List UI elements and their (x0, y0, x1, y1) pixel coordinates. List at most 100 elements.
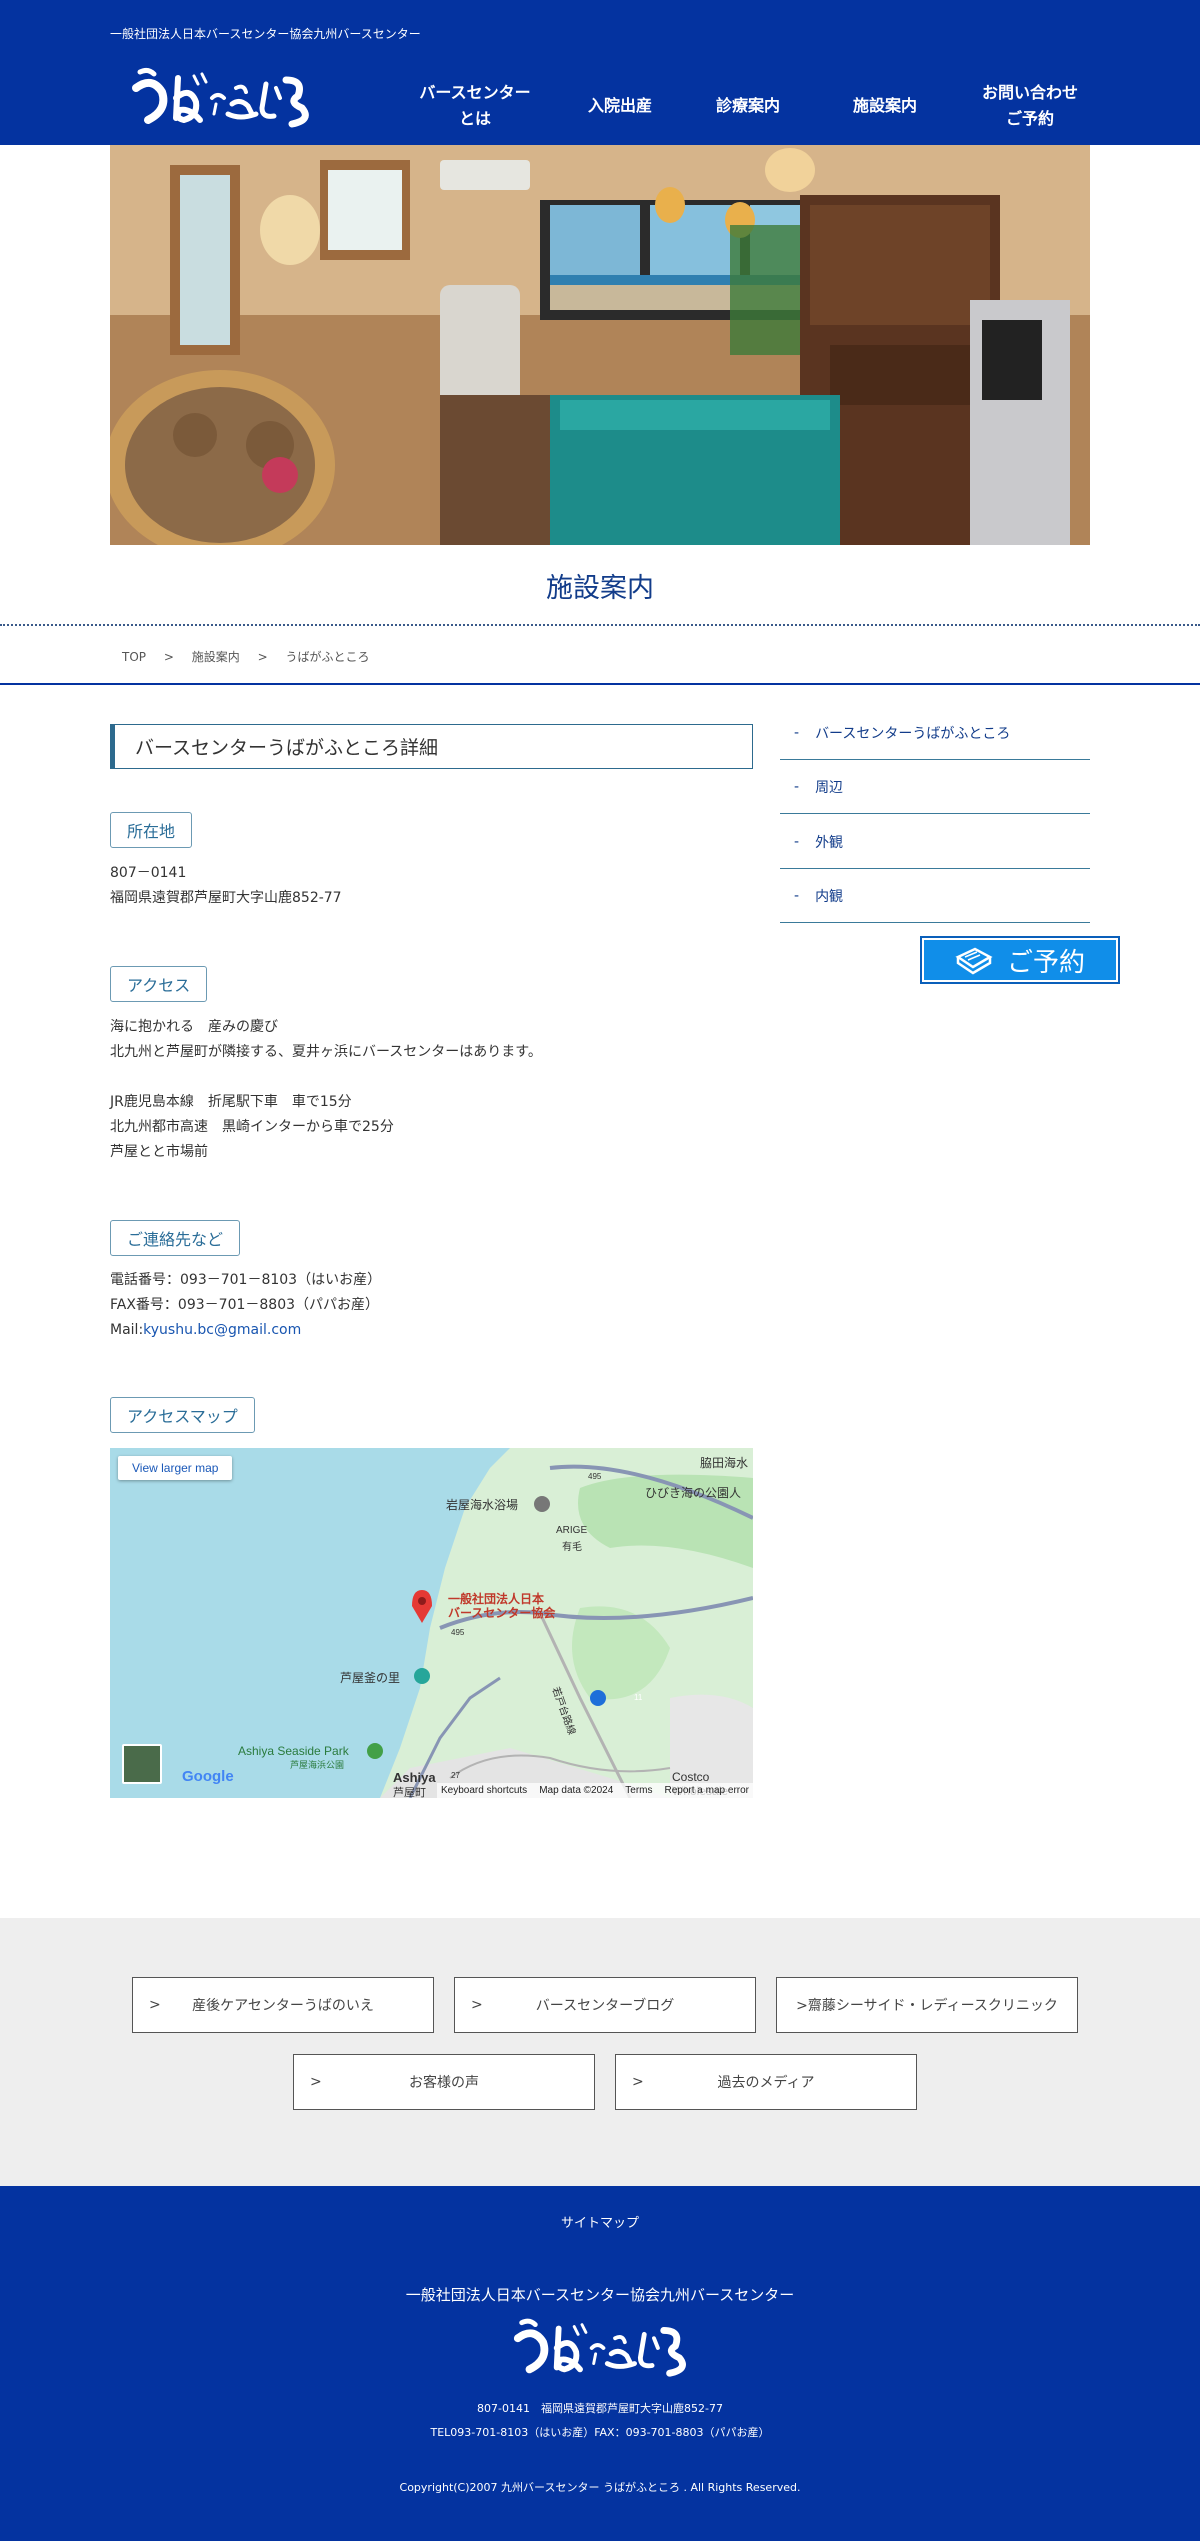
link-arrow: > (632, 2074, 644, 2090)
report-map-error-link[interactable]: Report a map error (665, 1785, 749, 1796)
access-line: 海に抱かれる 産みの慶び (110, 1019, 278, 1035)
sidebar-item-surroundings[interactable]: - 周辺 (780, 760, 1090, 814)
site-logo[interactable] (128, 58, 313, 136)
breadcrumb-top[interactable]: TOP (122, 650, 146, 664)
link-postpartum-care[interactable]: > 産後ケアセンターうばのいえ (132, 1977, 434, 2033)
access-line: JR鹿児島本線 折尾駅下車 車で15分 (110, 1094, 352, 1110)
sidebar-item-label: バースセンターうばがふところ (815, 725, 1011, 742)
sitemap-link[interactable]: サイトマップ (0, 2212, 1200, 2231)
footer-address: 807-0141 福岡県遠賀郡芦屋町大字山鹿852-77 (477, 2402, 723, 2415)
link-arrow: > (149, 1997, 161, 2013)
nav-facility[interactable]: 施設案内 (835, 78, 935, 134)
tag-map: アクセスマップ (110, 1397, 255, 1433)
main-nav: バースセンター とは 入院出産 診療案内 施設案内 お問い合わせ ご予約 (400, 78, 1100, 134)
mail-link[interactable]: kyushu.bc@gmail.com (143, 1322, 301, 1338)
sidebar-item-exterior[interactable]: - 外観 (780, 815, 1090, 869)
access-line: 北九州と芦屋町が隣接する、夏井ヶ浜にバースセンターはあります。 (110, 1044, 542, 1060)
page-title: 施設案内 (546, 573, 654, 604)
sidebar-item-label: 外観 (815, 834, 844, 851)
room-interior-image (110, 145, 1090, 545)
nav-birth[interactable]: 入院出産 (570, 78, 670, 134)
header-tagline: 一般社団法人日本バースセンター協会九州バースセンター (110, 27, 421, 41)
reserve-button[interactable]: ご予約 (920, 936, 1120, 984)
site-footer: サイトマップ 一般社団法人日本バースセンター協会九州バースセンター 807-01… (0, 2186, 1200, 2541)
tag-access: アクセス (110, 966, 208, 1002)
link-blog[interactable]: > バースセンターブログ (454, 1977, 756, 2033)
terms-link[interactable]: Terms (625, 1785, 652, 1796)
link-arrow: > (310, 2074, 322, 2090)
map-label-road: 11 (634, 1693, 643, 1702)
link-arrow: > (471, 1997, 483, 2013)
footer-org-name: 一般社団法人日本バースセンター協会九州バースセンター (405, 2286, 795, 2304)
keyboard-shortcuts-link[interactable]: Keyboard shortcuts (441, 1785, 527, 1796)
mail-prefix: Mail: (110, 1322, 144, 1338)
solid-divider (0, 683, 1200, 685)
breadcrumb-facility[interactable]: 施設案内 (192, 650, 240, 664)
contact-text: 電話番号：093－701－8103（はいお産） FAX番号：093－701－88… (110, 1268, 381, 1343)
nav-contact[interactable]: お問い合わせ ご予約 (970, 78, 1090, 134)
map-label-road: 27 (451, 1771, 460, 1780)
site-header: 一般社団法人日本バースセンター協会九州バースセンター バースセンター とは 入院… (0, 0, 1200, 145)
reserve-label: ご予約 (1006, 947, 1085, 978)
link-testimonials[interactable]: > お客様の声 (293, 2054, 595, 2110)
dotted-divider (0, 624, 1200, 626)
sidebar-item-center[interactable]: - バースセンターうばがふところ (780, 706, 1090, 760)
tag-location: 所在地 (110, 812, 193, 848)
nav-consultation[interactable]: 診療案内 (698, 78, 798, 134)
map-label-road: 495 (451, 1628, 465, 1637)
map-label-park-jp: 芦屋海浜公園 (290, 1760, 345, 1770)
access-map[interactable]: View larger map 岩屋海水浴場 ARIGE 有毛 脇田海水 ひびき… (110, 1448, 753, 1798)
sidebar-item-label: 内観 (815, 888, 844, 905)
sidebar-dash: - (794, 778, 800, 795)
copyright: Copyright(C)2007 九州バースセンター うばがふところ . All… (399, 2481, 801, 2494)
access-text: 海に抱かれる 産みの慶び 北九州と芦屋町が隣接する、夏井ヶ浜にバースセンターはあ… (110, 1015, 542, 1165)
map-label-hibiki: ひびき海の公園人 (645, 1486, 742, 1500)
map-label-ashiya: Ashiya (393, 1770, 436, 1785)
footer-logo-calligraphy (513, 2318, 686, 2377)
footer-logo (510, 2308, 690, 2386)
map-label-ashiya-jp: 芦屋町 (393, 1787, 426, 1798)
map-label-beach: 岩屋海水浴場 (446, 1498, 519, 1512)
breadcrumb-current: うばがふところ (285, 650, 370, 664)
sidebar-dash: - (794, 833, 800, 850)
hero-photo (110, 145, 1090, 545)
map-data-text: Map data ©2024 (539, 1785, 614, 1796)
map-label-wakita: 脇田海水 (700, 1456, 749, 1470)
address: 福岡県遠賀郡芦屋町大字山鹿852-77 (110, 890, 342, 906)
related-links: > 産後ケアセンターうばのいえ > バースセンターブログ >齋藤シーサイド・レディー… (0, 1918, 1200, 2186)
map-label-road: 495 (588, 1472, 602, 1481)
mail-line: Mail:kyushu.bc@gmail.com (110, 1318, 381, 1343)
book-icon (955, 947, 993, 975)
sidebar-dash: - (794, 887, 800, 904)
satellite-toggle[interactable] (122, 1744, 162, 1784)
map-label-kama: 芦屋釜の里 (340, 1671, 401, 1685)
sidebar-item-interior[interactable]: - 内観 (780, 869, 1090, 923)
map-label-arige-jp: 有毛 (562, 1542, 582, 1553)
breadcrumb-separator: > (257, 650, 268, 664)
map-label-park: Ashiya Seaside Park (238, 1744, 349, 1758)
sidebar-dash: - (794, 724, 800, 741)
view-larger-map-button[interactable]: View larger map (118, 1456, 233, 1480)
map-pin-label-line: バースセンター協会 (448, 1606, 556, 1620)
link-label: お客様の声 (409, 2075, 479, 2091)
access-line: 芦屋とと市場前 (110, 1144, 208, 1160)
phone-number: 電話番号：093－701－8103（はいお産） (110, 1272, 382, 1288)
location-text: 807－0141 福岡県遠賀郡芦屋町大字山鹿852-77 (110, 861, 342, 911)
nav-about[interactable]: バースセンター とは (410, 78, 540, 134)
access-line: 北九州都市高速 黒崎インターから車で25分 (110, 1119, 394, 1135)
google-logo: Google (182, 1768, 234, 1785)
map-label-arige: ARIGE (556, 1525, 588, 1536)
map-pin-label-line: 一般社団法人日本 (448, 1592, 545, 1606)
postal-code: 807－0141 (110, 865, 187, 881)
link-past-media[interactable]: > 過去のメディア (615, 2054, 917, 2110)
link-label: >齋藤シーサイド・レディースクリニック (796, 1998, 1058, 2014)
breadcrumb: TOP > 施設案内 > うばがふところ (122, 648, 383, 665)
breadcrumb-separator: > (163, 650, 174, 664)
footer-phone: TEL093-701-8103（はいお産）FAX：093-701-8803（パパ… (430, 2426, 770, 2439)
link-clinic[interactable]: >齋藤シーサイド・レディースクリニック (776, 1977, 1078, 2033)
tag-contact: ご連絡先など (110, 1220, 241, 1256)
map-footer: Keyboard shortcuts Map data ©2024 Terms … (437, 1783, 753, 1798)
sidebar-item-label: 周辺 (815, 779, 844, 796)
section-heading: バースセンターうばがふところ詳細 (110, 724, 753, 769)
fax-number: FAX番号：093－701－8803（パパお産） (110, 1297, 380, 1313)
